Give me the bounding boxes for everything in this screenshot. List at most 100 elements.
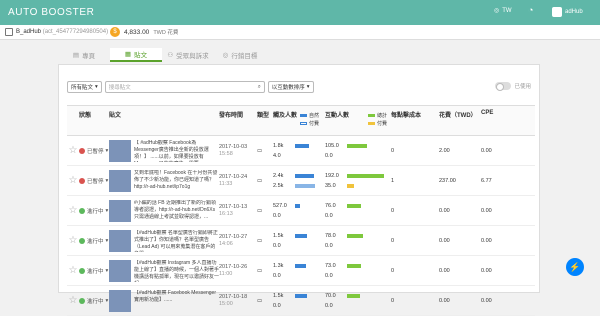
link-type-icon: ▭ (257, 135, 273, 166)
people-icon: ⚇ (167, 52, 174, 59)
status-dot (79, 147, 85, 154)
star-icon[interactable]: ☆ (67, 195, 79, 226)
table-row[interactable]: ☆ 進行中 ▾ #小編的話 FB 近期推出了新的行銷領導者認證，http://r-… (67, 195, 535, 226)
star-icon[interactable]: ☆ (67, 225, 79, 256)
reach-organic-bar (295, 173, 315, 178)
status-toggle[interactable]: 進行中 ▾ (79, 237, 109, 245)
cpe: 0.00 (481, 225, 535, 256)
engage-total-bar (347, 203, 362, 208)
language-selector[interactable]: ◎ TW (494, 7, 512, 15)
table-row[interactable]: ☆ 已暫停 ▾ 【 #adHub觀察 Facebook為Messenger廣告推出… (67, 135, 535, 166)
chevron-down-icon: ▾ (105, 207, 109, 214)
tab-bar: ▤ 專頁 ▦ 貼文 ⚇ 受眾與訴求 ◎ 行銷目標 (58, 48, 266, 62)
star-icon[interactable]: ☆ (67, 135, 79, 166)
engagement-cell: 76.0 0.0 (325, 195, 391, 226)
posts-panel: 所有貼文 ▾ 搜尋貼文 ⌕ 以互動數排序 ▾ 已使用 狀態 貼文 發布時間 類型 觸及… (58, 64, 540, 316)
cpe: 0.00 (481, 135, 535, 166)
post-thumbnail (109, 169, 131, 192)
link-type-icon: ▭ (257, 285, 273, 316)
chevron-down-icon: ▾ (306, 84, 310, 90)
app-title: AUTO BOOSTER (8, 7, 95, 18)
reach-cell: 527.0 0.0 (273, 195, 325, 226)
table-row[interactable]: ☆ 進行中 ▾ 【#adHub觀察 名單型廣告行銷即將正式推出了】你知道嗎？名單型… (67, 225, 535, 256)
star-icon[interactable]: ☆ (67, 255, 79, 286)
status-dot (79, 177, 85, 184)
messenger-chat-icon[interactable]: ⚡ (566, 258, 584, 276)
status-dot (79, 267, 85, 274)
engage-total-bar (347, 143, 368, 148)
col-cpe[interactable]: CPE (481, 105, 535, 136)
tab-pages[interactable]: ▤ 專頁 (58, 48, 110, 62)
post-thumbnail (109, 259, 131, 282)
star-icon[interactable]: ☆ (67, 285, 79, 316)
post-date: 2017-10-03 15:58 (219, 135, 257, 166)
engagement-cell: 70.0 0.0 (325, 285, 391, 316)
col-type[interactable]: 類型 (257, 105, 273, 136)
col-date[interactable]: 發布時間 (219, 105, 257, 136)
post-preview[interactable]: #小編的話 FB 近期推出了新的行銷領導者認證，http://r-ad-hub.… (109, 199, 219, 222)
reach-cell: 2.4k 2.5k (273, 165, 325, 196)
post-date: 2017-10-13 16:13 (219, 195, 257, 226)
status-toggle[interactable]: 已暫停 ▾ (79, 147, 109, 155)
status-toggle[interactable]: 已暫停 ▾ (79, 177, 109, 185)
link-type-icon: ▭ (257, 255, 273, 286)
table-row[interactable]: ☆ 進行中 ▾ 【#adHub觀察 Facebook Messenger 實用新功… (67, 285, 535, 316)
engage-total-bar (347, 233, 363, 238)
col-cost-per-click[interactable]: 每點擊成本 (391, 105, 439, 136)
spend: 0.00 (439, 195, 481, 226)
col-spend[interactable]: 花費（TWD） (439, 105, 481, 136)
status-toggle[interactable]: 進行中 ▾ (79, 297, 109, 305)
reach-organic-bar (295, 293, 307, 298)
tab-audience[interactable]: ⚇ 受眾與訴求 (162, 48, 214, 62)
col-status[interactable]: 狀態 (79, 105, 109, 136)
col-engagement[interactable]: 互動人數 總計 付費 (325, 105, 391, 136)
account-name[interactable]: B_adHub (act_454777294980504) (16, 29, 108, 35)
speed-icon[interactable]: ◔ (528, 5, 533, 15)
avatar (552, 7, 562, 17)
col-reach[interactable]: 觸及人數 自然 付費 (273, 105, 325, 136)
post-preview[interactable]: 又到年底啦！Facebook 在十月份共發佈了不少新功能，你已經知道了嗎？ ht… (109, 169, 219, 192)
engage-paid-bar (347, 183, 355, 188)
reach-organic-bar (295, 143, 310, 148)
post-thumbnail (109, 229, 131, 252)
table-row[interactable]: ☆ 進行中 ▾ 【#adHub觀察 Instagram 多人直播功能上線了】直播的… (67, 255, 535, 286)
chevron-down-icon: ▾ (95, 84, 98, 90)
link-type-icon: ▭ (257, 195, 273, 226)
spend: 237.00 (439, 165, 481, 196)
engagement-cell: 192.0 35.0 (325, 165, 391, 196)
reach-organic-bar (295, 233, 307, 238)
status-toggle[interactable]: 進行中 ▾ (79, 267, 109, 275)
star-icon[interactable]: ☆ (67, 165, 79, 196)
post-filter-select[interactable]: 所有貼文 ▾ (67, 81, 102, 93)
sort-select[interactable]: 以互動數排序 ▾ (267, 81, 314, 93)
post-date: 2017-10-27 14:06 (219, 225, 257, 256)
cpe: 0.00 (481, 285, 535, 316)
post-thumbnail (109, 139, 131, 162)
used-toggle[interactable]: 已使用 (495, 82, 531, 91)
post-icon: ▦ (124, 51, 132, 58)
col-post[interactable]: 貼文 (109, 105, 219, 136)
reach-organic-bar (295, 203, 300, 208)
status-dot (79, 237, 85, 244)
tab-posts[interactable]: ▦ 貼文 (110, 48, 162, 62)
cost-per-click: 1 (391, 165, 439, 196)
link-type-icon: ▭ (257, 165, 273, 196)
engagement-cell: 78.0 0.0 (325, 225, 391, 256)
status-toggle[interactable]: 進行中 ▾ (79, 207, 109, 215)
chevron-down-icon: ▾ (105, 237, 109, 244)
table-row[interactable]: ☆ 已暫停 ▾ 又到年底啦！Facebook 在十月份共發佈了不少新功能，你已經知… (67, 165, 535, 196)
cost-per-click: 0 (391, 225, 439, 256)
search-input[interactable]: 搜尋貼文 ⌕ (104, 81, 265, 93)
post-preview[interactable]: 【#adHub觀察 Instagram 多人直播功能上線了】直播的時候，一個人對… (109, 259, 219, 282)
post-preview[interactable]: 【#adHub觀察 名單型廣告行銷即將正式推出了】你知道嗎？名單型廣告（Lead… (109, 229, 219, 252)
reach-organic-bar (295, 263, 306, 268)
tab-objectives[interactable]: ◎ 行銷目標 (214, 48, 266, 62)
engage-total-bar (347, 293, 361, 298)
spend: 0.00 (439, 225, 481, 256)
post-preview[interactable]: 【 #adHub觀察 Facebook為Messenger廣告推出全新的投放選項… (109, 139, 219, 162)
post-date: 2017-10-26 11:00 (219, 255, 257, 286)
chevron-down-icon: ▾ (105, 267, 109, 274)
cost-per-click: 0 (391, 285, 439, 316)
account-icon (5, 28, 13, 36)
user-menu[interactable]: adHub (552, 7, 583, 17)
